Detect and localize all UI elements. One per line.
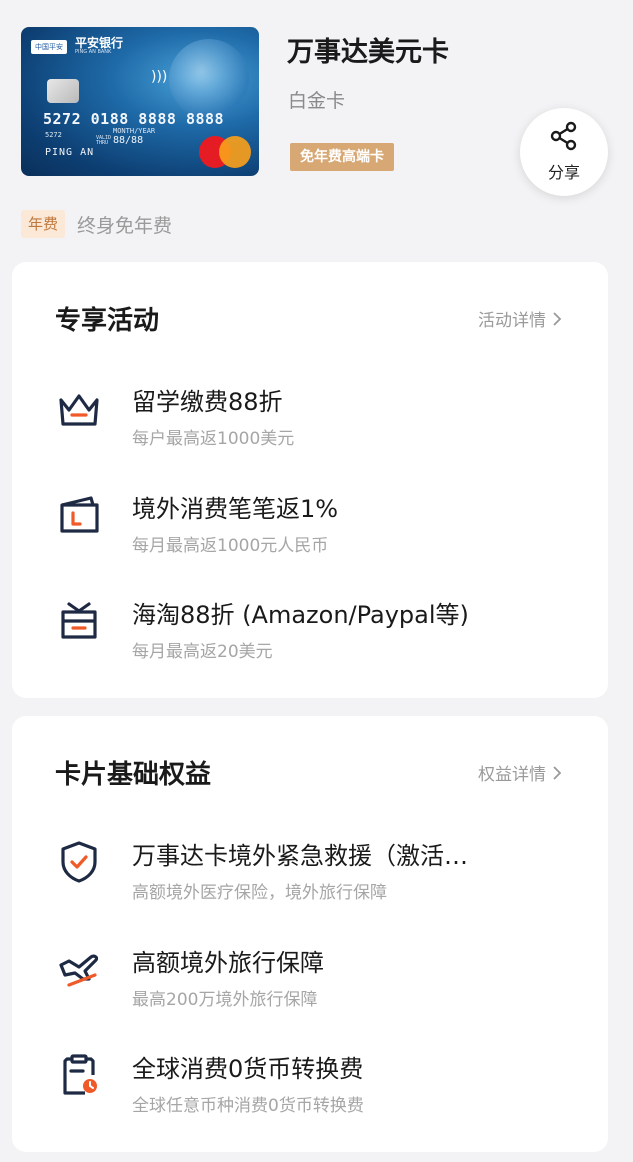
benefit-desc: 高额境外医疗保险，境外旅行保障 <box>132 883 387 903</box>
card-tier: 白金卡 <box>288 90 346 112</box>
activities-title: 专享活动 <box>55 306 160 336</box>
activity-title: 留学缴费88折 <box>132 388 283 416</box>
benefit-title: 全球消费0货币转换费 <box>132 1055 364 1083</box>
activity-desc: 每月最高返20美元 <box>132 642 273 662</box>
benefits-title: 卡片基础权益 <box>55 760 212 790</box>
bank-name: 平安银行 <box>75 36 124 50</box>
annual-fee-row: 年费 终身免年费 <box>21 210 172 238</box>
card-number: 5272 0188 8888 8888 <box>43 110 225 128</box>
card-valid-thru-label: VALID THRU <box>96 135 112 146</box>
wallet-icon <box>55 491 103 539</box>
card-holder: PING AN <box>45 147 95 158</box>
chevron-right-icon <box>553 311 562 326</box>
activities-section: 专享活动 活动详情 留学缴费88折 每户最高返1000美元 境外消费笔笔返1% … <box>12 262 608 698</box>
activities-detail-link[interactable]: 活动详情 <box>478 306 562 331</box>
card-detail-page: 中国平安 平安银行 PING AN BANK ))) 5272 0188 888… <box>0 0 633 1162</box>
chevron-right-icon <box>553 765 562 780</box>
benefit-item-rescue[interactable]: 万事达卡境外紧急救援（激活… 高额境外医疗保险，境外旅行保障 <box>55 836 575 916</box>
benefits-detail-link[interactable]: 权益详情 <box>478 760 562 785</box>
card-bank-brand: 中国平安 平安银行 PING AN BANK <box>31 37 123 56</box>
card-bin: 5272 <box>45 131 62 139</box>
shopping-box-icon <box>55 597 103 645</box>
benefits-detail-label: 权益详情 <box>478 765 546 785</box>
share-icon <box>549 121 579 155</box>
clipboard-clock-icon <box>55 1051 103 1099</box>
airplane-icon <box>55 945 103 993</box>
benefit-title: 万事达卡境外紧急救援（激活… <box>132 842 468 870</box>
share-button[interactable]: 分享 <box>520 108 608 196</box>
benefits-section: 卡片基础权益 权益详情 万事达卡境外紧急救援（激活… 高额境外医疗保险，境外旅行… <box>12 716 608 1152</box>
activity-item-study[interactable]: 留学缴费88折 每户最高返1000美元 <box>55 382 575 462</box>
activity-item-overseas[interactable]: 境外消费笔笔返1% 每月最高返1000元人民币 <box>55 489 575 569</box>
activity-desc: 每月最高返1000元人民币 <box>132 536 329 556</box>
share-label: 分享 <box>547 163 580 182</box>
globe-graphic <box>169 39 249 119</box>
basket-icon <box>55 384 103 432</box>
activity-desc: 每户最高返1000美元 <box>132 429 295 449</box>
benefit-item-fx[interactable]: 全球消费0货币转换费 全球任意币种消费0货币转换费 <box>55 1049 575 1129</box>
activity-title: 海淘88折 (Amazon/Paypal等) <box>132 601 469 629</box>
bank-logo: 中国平安 <box>31 39 67 54</box>
mastercard-logo <box>199 136 251 168</box>
annual-fee-value: 终身免年费 <box>77 214 173 237</box>
activities-detail-label: 活动详情 <box>478 311 546 331</box>
annual-fee-tag: 年费 <box>21 210 66 238</box>
card-month-year-label: MONTH/YEAR <box>113 127 156 135</box>
bank-name-en: PING AN BANK <box>75 49 112 55</box>
chip-icon <box>47 79 79 103</box>
benefit-desc: 最高200万境外旅行保障 <box>132 990 318 1010</box>
contactless-icon: ))) <box>151 69 168 85</box>
card-expiry: 88/88 <box>113 135 144 146</box>
card-title: 万事达美元卡 <box>287 37 449 68</box>
benefit-desc: 全球任意币种消费0货币转换费 <box>132 1096 364 1116</box>
shield-check-icon <box>55 838 103 886</box>
card-badge: 免年费高端卡 <box>290 143 394 171</box>
credit-card-image: 中国平安 平安银行 PING AN BANK ))) 5272 0188 888… <box>21 27 259 176</box>
benefit-title: 高额境外旅行保障 <box>132 949 324 977</box>
activity-item-haitao[interactable]: 海淘88折 (Amazon/Paypal等) 每月最高返20美元 <box>55 595 575 675</box>
benefit-item-travel[interactable]: 高额境外旅行保障 最高200万境外旅行保障 <box>55 943 575 1023</box>
activity-title: 境外消费笔笔返1% <box>132 495 339 523</box>
